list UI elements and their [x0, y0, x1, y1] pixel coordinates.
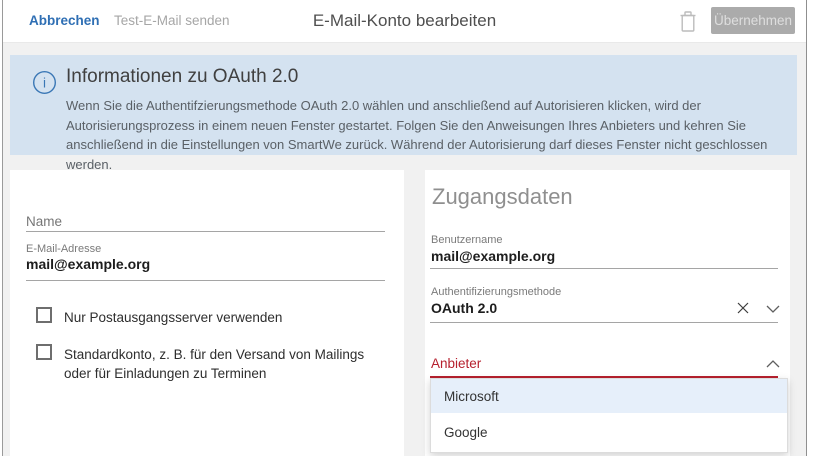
name-input[interactable] — [26, 231, 385, 232]
x-clear-icon[interactable] — [737, 302, 749, 314]
apply-button[interactable]: Übernehmen — [711, 7, 795, 34]
info-box-title: Informationen zu OAuth 2.0 — [66, 66, 298, 88]
toolbar: Abbrechen Test-E-Mail senden E-Mail-Kont… — [3, 0, 806, 43]
provider-dropdown: Microsoft Google — [430, 378, 788, 453]
auth-method-underline — [430, 322, 778, 323]
checkbox-default-account[interactable] — [36, 344, 52, 360]
info-box-body: Wenn Sie die Authentifzierungsmethode OA… — [66, 96, 792, 174]
provider-option-microsoft[interactable]: Microsoft — [431, 379, 787, 413]
provider-option-google[interactable]: Google — [431, 413, 787, 452]
username-input-underline — [430, 268, 778, 269]
oauth-info-box: i Informationen zu OAuth 2.0 Wenn Sie di… — [10, 55, 797, 155]
account-settings-panel: Name E-Mail-Adresse mail@example.org Nur… — [10, 170, 404, 456]
info-icon: i — [32, 70, 57, 100]
name-field-label: Name — [26, 214, 62, 229]
chevron-down-icon[interactable] — [766, 305, 780, 313]
email-input-underline — [26, 280, 385, 281]
page-gutter — [808, 0, 818, 456]
page-title: E-Mail-Konto bearbeiten — [313, 11, 496, 31]
edit-email-account-dialog: Abbrechen Test-E-Mail senden E-Mail-Kont… — [2, 0, 807, 456]
username-field-label: Benutzername — [431, 234, 503, 246]
send-test-email-button[interactable]: Test-E-Mail senden — [114, 13, 230, 28]
auth-method-field-label: Authentifizierungsmethode — [431, 286, 561, 298]
username-input[interactable]: mail@example.org — [431, 248, 555, 264]
checkbox-outgoing-server-only[interactable] — [36, 307, 52, 323]
cancel-button[interactable]: Abbrechen — [29, 13, 100, 28]
credentials-section-title: Zugangsdaten — [432, 184, 573, 210]
provider-field-label: Anbieter — [431, 356, 481, 371]
trash-icon[interactable] — [677, 9, 699, 34]
checkbox-outgoing-server-label[interactable]: Nur Postausgangsserver verwenden — [64, 308, 364, 327]
checkbox-default-account-label[interactable]: Standardkonto, z. B. für den Versand von… — [64, 345, 386, 383]
svg-text:i: i — [43, 75, 46, 90]
email-field-label: E-Mail-Adresse — [26, 243, 101, 255]
email-input[interactable]: mail@example.org — [26, 256, 150, 272]
auth-method-select[interactable]: OAuth 2.0 — [431, 300, 497, 316]
chevron-up-icon[interactable] — [766, 360, 780, 368]
